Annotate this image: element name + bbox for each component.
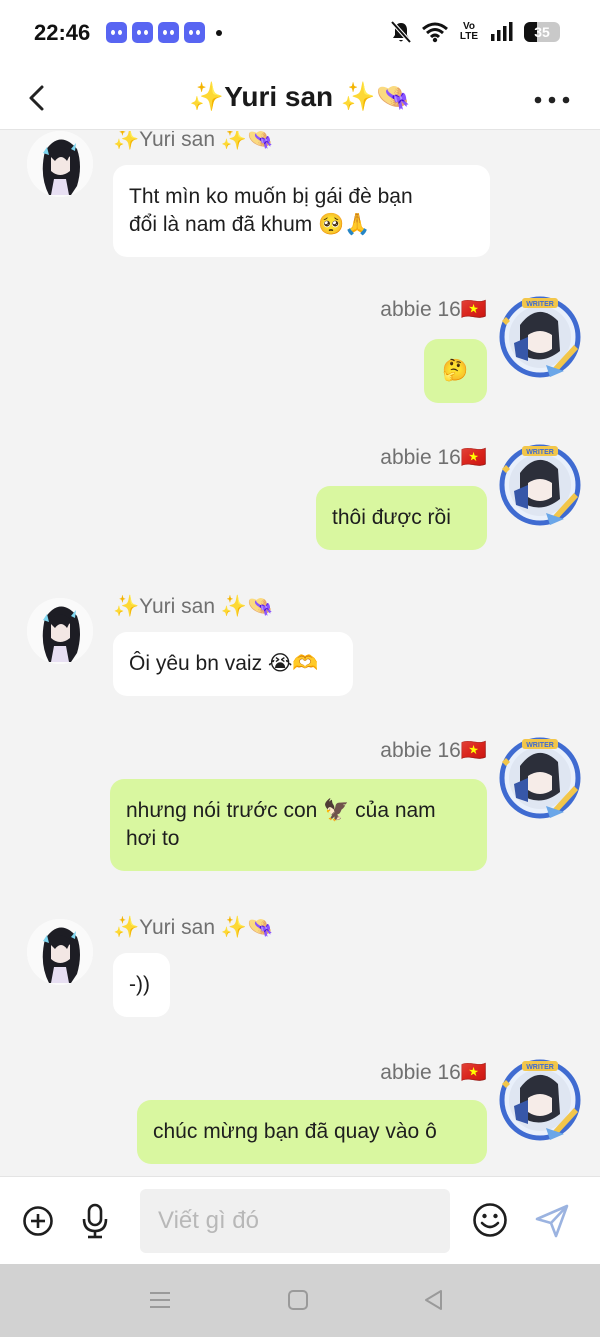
triangle-back-icon xyxy=(425,1290,442,1310)
smiley-icon xyxy=(473,1203,507,1237)
square-icon xyxy=(288,1290,308,1310)
message-text-line: chúc mừng bạn đã quay vào ô xyxy=(153,1120,437,1143)
bell-muted-icon xyxy=(390,20,412,44)
wifi-icon xyxy=(422,22,448,43)
recent-apps-button[interactable] xyxy=(148,1288,172,1317)
sender-name: abbie 16🇻🇳 xyxy=(380,1061,487,1084)
battery-icon: 35 xyxy=(524,22,560,42)
back-nav-button[interactable] xyxy=(422,1288,446,1317)
outgoing-message-bubble[interactable]: nhưng nói trước con 🦅 của nam hơi to xyxy=(110,779,487,871)
writer-badge-text: WRITER xyxy=(526,1064,554,1071)
send-icon xyxy=(535,1204,569,1238)
my-avatar[interactable]: WRITER xyxy=(494,291,586,383)
message-text-line: Tht mìn ko muốn bị gái đè bạn xyxy=(129,185,413,208)
message-list[interactable]: ✨Yuri san ✨👒 Tht mìn ko muốn bị gái đè bạ… xyxy=(0,131,600,1176)
sender-avatar[interactable] xyxy=(27,919,93,985)
sender-name: ✨Yuri san ✨👒 xyxy=(113,131,274,151)
my-avatar[interactable]: WRITER xyxy=(494,439,586,531)
incoming-message-bubble[interactable]: Ôi yêu bn vaiz 😭🫶 xyxy=(113,632,353,696)
chat-title: ✨Yuri san ✨👒 xyxy=(189,81,411,112)
more-options-button[interactable] xyxy=(532,80,572,116)
message-text-line: 🤔 xyxy=(442,359,469,382)
plus-circle-icon xyxy=(23,1206,53,1236)
more-dots-icon xyxy=(534,96,570,104)
sender-name: abbie 16🇻🇳 xyxy=(380,446,487,469)
writer-badge-text: WRITER xyxy=(526,301,554,308)
discord-icon xyxy=(184,22,205,43)
notification-icons xyxy=(106,22,222,43)
emoji-button[interactable] xyxy=(472,1202,508,1243)
sender-name: ✨Yuri san ✨👒 xyxy=(113,595,274,618)
chat-header: ✨Yuri san ✨👒 xyxy=(0,68,600,130)
send-button[interactable] xyxy=(534,1203,570,1244)
sender-name: abbie 16🇻🇳 xyxy=(380,298,487,321)
message-text-line: đổi là nam đã khum 🥺🙏 xyxy=(129,213,371,236)
outgoing-message-bubble[interactable]: thôi được rồi xyxy=(316,486,487,550)
menu-lines-icon xyxy=(150,1292,170,1308)
sender-name: ✨Yuri san ✨👒 xyxy=(113,916,274,939)
status-bar: 22:46 Vo LTE 35 xyxy=(0,0,600,68)
message-text-line: -)) xyxy=(129,973,150,996)
message-text-line: thôi được rồi xyxy=(332,506,451,529)
my-avatar[interactable]: WRITER xyxy=(494,732,586,824)
message-composer xyxy=(0,1176,600,1264)
incoming-message-bubble[interactable]: -)) xyxy=(113,953,170,1017)
incoming-message-bubble[interactable]: Tht mìn ko muốn bị gái đè bạn đổi là nam … xyxy=(113,165,490,257)
add-attachment-button[interactable] xyxy=(22,1205,54,1242)
message-text-line: Ôi yêu bn vaiz 😭🫶 xyxy=(129,652,319,675)
message-input[interactable] xyxy=(140,1189,450,1253)
volte-indicator: Vo LTE xyxy=(459,21,479,42)
clock: 22:46 xyxy=(34,20,91,45)
voice-message-button[interactable] xyxy=(80,1203,110,1244)
my-avatar[interactable]: WRITER xyxy=(494,1054,586,1146)
message-text-line: nhưng nói trước con 🦅 của nam xyxy=(126,799,436,822)
sender-name: abbie 16🇻🇳 xyxy=(380,739,487,762)
discord-icon xyxy=(132,22,153,43)
outgoing-message-bubble[interactable]: 🤔 xyxy=(424,339,487,403)
discord-icon xyxy=(158,22,179,43)
message-text-line: hơi to xyxy=(126,827,180,850)
battery-level: 35 xyxy=(534,24,550,40)
home-button[interactable] xyxy=(286,1288,310,1317)
outgoing-message-bubble[interactable]: chúc mừng bạn đã quay vào ô xyxy=(137,1100,487,1164)
system-navigation-bar xyxy=(0,1264,600,1337)
sender-avatar[interactable] xyxy=(27,131,93,197)
system-indicators: Vo LTE 35 xyxy=(390,20,560,44)
writer-badge-text: WRITER xyxy=(526,449,554,456)
signal-icon xyxy=(491,22,513,41)
more-notifications-dot xyxy=(216,29,222,36)
sender-avatar[interactable] xyxy=(27,598,93,664)
microphone-icon xyxy=(82,1203,108,1239)
discord-icon xyxy=(106,22,127,43)
writer-badge-text: WRITER xyxy=(526,742,554,749)
